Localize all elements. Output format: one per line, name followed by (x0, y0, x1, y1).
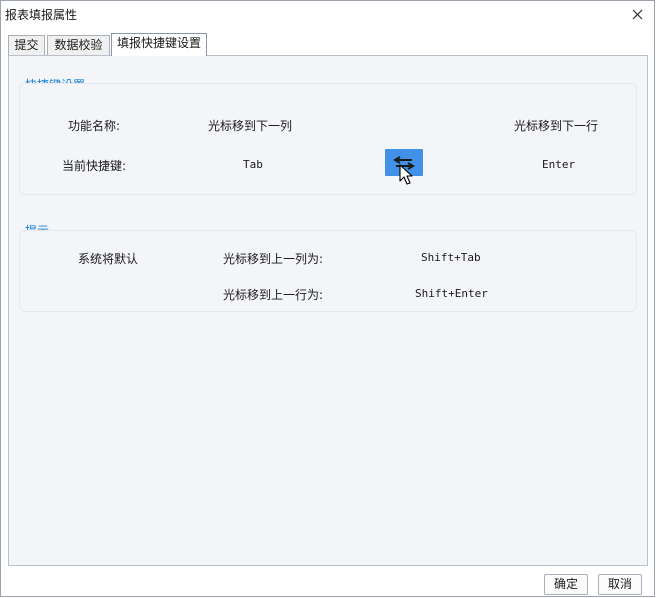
hint-prev-row-value: Shift+Enter (415, 287, 488, 300)
hint-prev-column-label: 光标移到上一列为: (223, 252, 324, 266)
current-shortcut-enter: Enter (542, 158, 576, 171)
close-icon (632, 9, 642, 19)
current-shortcut-tab: Tab (243, 158, 263, 171)
function-name-label: 功能名称: (68, 119, 121, 133)
hint-prev-column-value: Shift+Tab (421, 251, 481, 264)
window-title: 报表填报属性 (5, 8, 78, 22)
close-button[interactable] (626, 3, 648, 25)
title-bar: 报表填报属性 (1, 1, 654, 27)
tab-submit[interactable]: 提交 (8, 35, 45, 55)
hint-group (19, 230, 637, 312)
shortcut-group (19, 83, 637, 195)
ok-button[interactable]: 确定 (544, 574, 588, 595)
hint-prev-row-label: 光标移到上一行为: (223, 288, 324, 302)
tab-data-validation[interactable]: 数据校验 (47, 35, 110, 55)
swap-arrows-icon (393, 155, 415, 170)
system-default-text: 系统将默认 (78, 252, 139, 266)
tab-content-panel: 快捷键设置 功能名称: 光标移到下一列 光标移到下一行 当前快捷键: Tab E… (8, 55, 648, 566)
function-name-next-row: 光标移到下一行 (514, 119, 599, 133)
dialog-window: 报表填报属性 提交 数据校验 填报快捷键设置 快捷键设置 功能名称: 光标移到下… (0, 0, 655, 597)
function-name-next-column: 光标移到下一列 (208, 119, 293, 133)
cancel-button[interactable]: 取消 (598, 574, 642, 595)
swap-shortcut-button[interactable] (385, 149, 423, 176)
current-shortcut-label: 当前快捷键: (62, 159, 127, 173)
tab-shortcut-settings[interactable]: 填报快捷键设置 (111, 33, 207, 56)
